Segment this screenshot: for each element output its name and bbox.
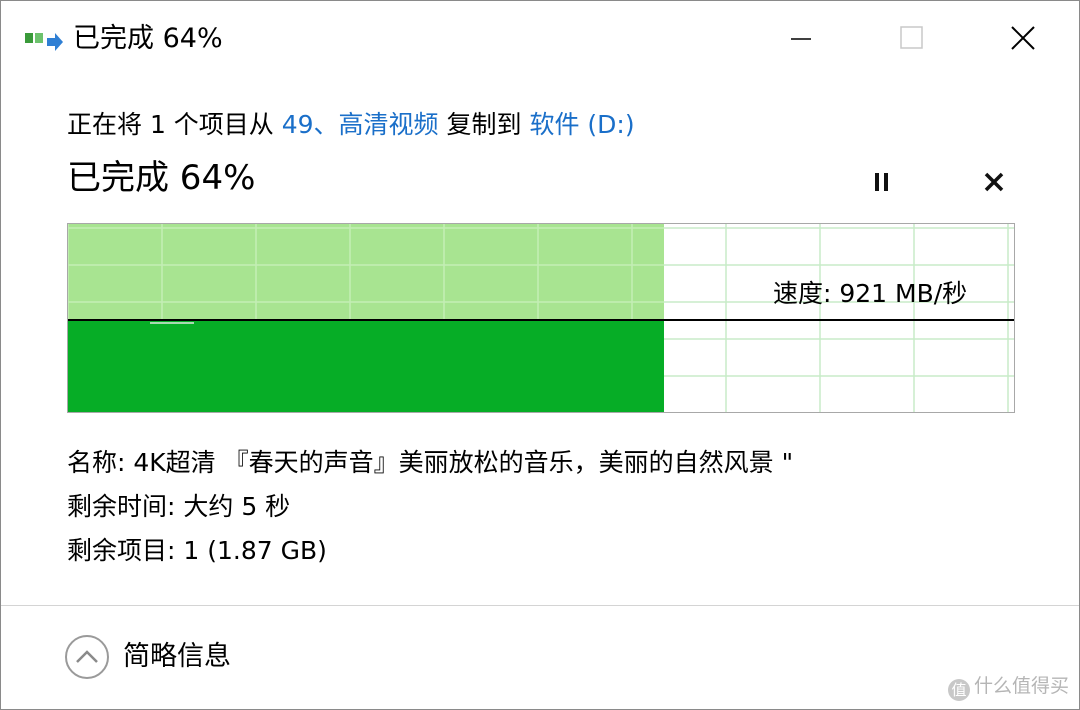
- time-remaining: 剩余时间: 大约 5 秒: [67, 492, 291, 521]
- watermark-text: 什么值得买: [973, 675, 1069, 697]
- minimize-button[interactable]: [771, 15, 831, 63]
- copy-transfer-icon: [25, 33, 63, 51]
- transfer-details: 名称: 4K超清 『春天的声音』美丽放松的音乐，美丽的自然风景 " 剩余时间: …: [67, 441, 793, 573]
- speed-graph-canvas: [68, 224, 1014, 412]
- transfer-prefix: 正在将 1 个项目从: [67, 110, 282, 139]
- cancel-button[interactable]: [975, 165, 1013, 199]
- items-remaining: 剩余项目: 1 (1.87 GB): [67, 536, 327, 565]
- pause-icon: [875, 173, 888, 191]
- progress-heading: 已完成 64%: [67, 158, 256, 198]
- close-button[interactable]: [993, 15, 1053, 63]
- close-icon: [1011, 26, 1035, 50]
- title-bar[interactable]: 已完成 64%: [1, 1, 1079, 77]
- speed-label: 速度: 921 MB/秒: [773, 279, 968, 308]
- destination-link[interactable]: 软件 (D:): [529, 110, 634, 139]
- fewer-details-label[interactable]: 简略信息: [123, 637, 231, 677]
- footer-divider: [1, 605, 1079, 606]
- maximize-icon: [900, 26, 923, 49]
- watermark-logo-icon: 值: [947, 679, 970, 701]
- source-folder-link[interactable]: 49、高清视频: [282, 110, 439, 139]
- transfer-description: 正在将 1 个项目从 49、高清视频 复制到 软件 (D:): [67, 107, 635, 143]
- file-name: 名称: 4K超清 『春天的声音』美丽放松的音乐，美丽的自然风景 ": [67, 448, 794, 477]
- transfer-middle: 复制到: [438, 110, 530, 139]
- window-title: 已完成 64%: [73, 23, 223, 54]
- maximize-button[interactable]: [881, 15, 941, 63]
- minimize-icon: [791, 38, 811, 40]
- chevron-up-icon[interactable]: [65, 635, 109, 679]
- watermark: 值什么值得买: [947, 671, 1069, 701]
- pause-button[interactable]: [863, 165, 901, 199]
- cancel-icon: [984, 172, 1004, 192]
- speed-graph: [67, 223, 1015, 413]
- speed-area: [68, 320, 664, 412]
- file-copy-dialog: 已完成 64% 正在将 1 个项目从 49、高清视频 复制到 软件 (D:) 已…: [0, 0, 1080, 710]
